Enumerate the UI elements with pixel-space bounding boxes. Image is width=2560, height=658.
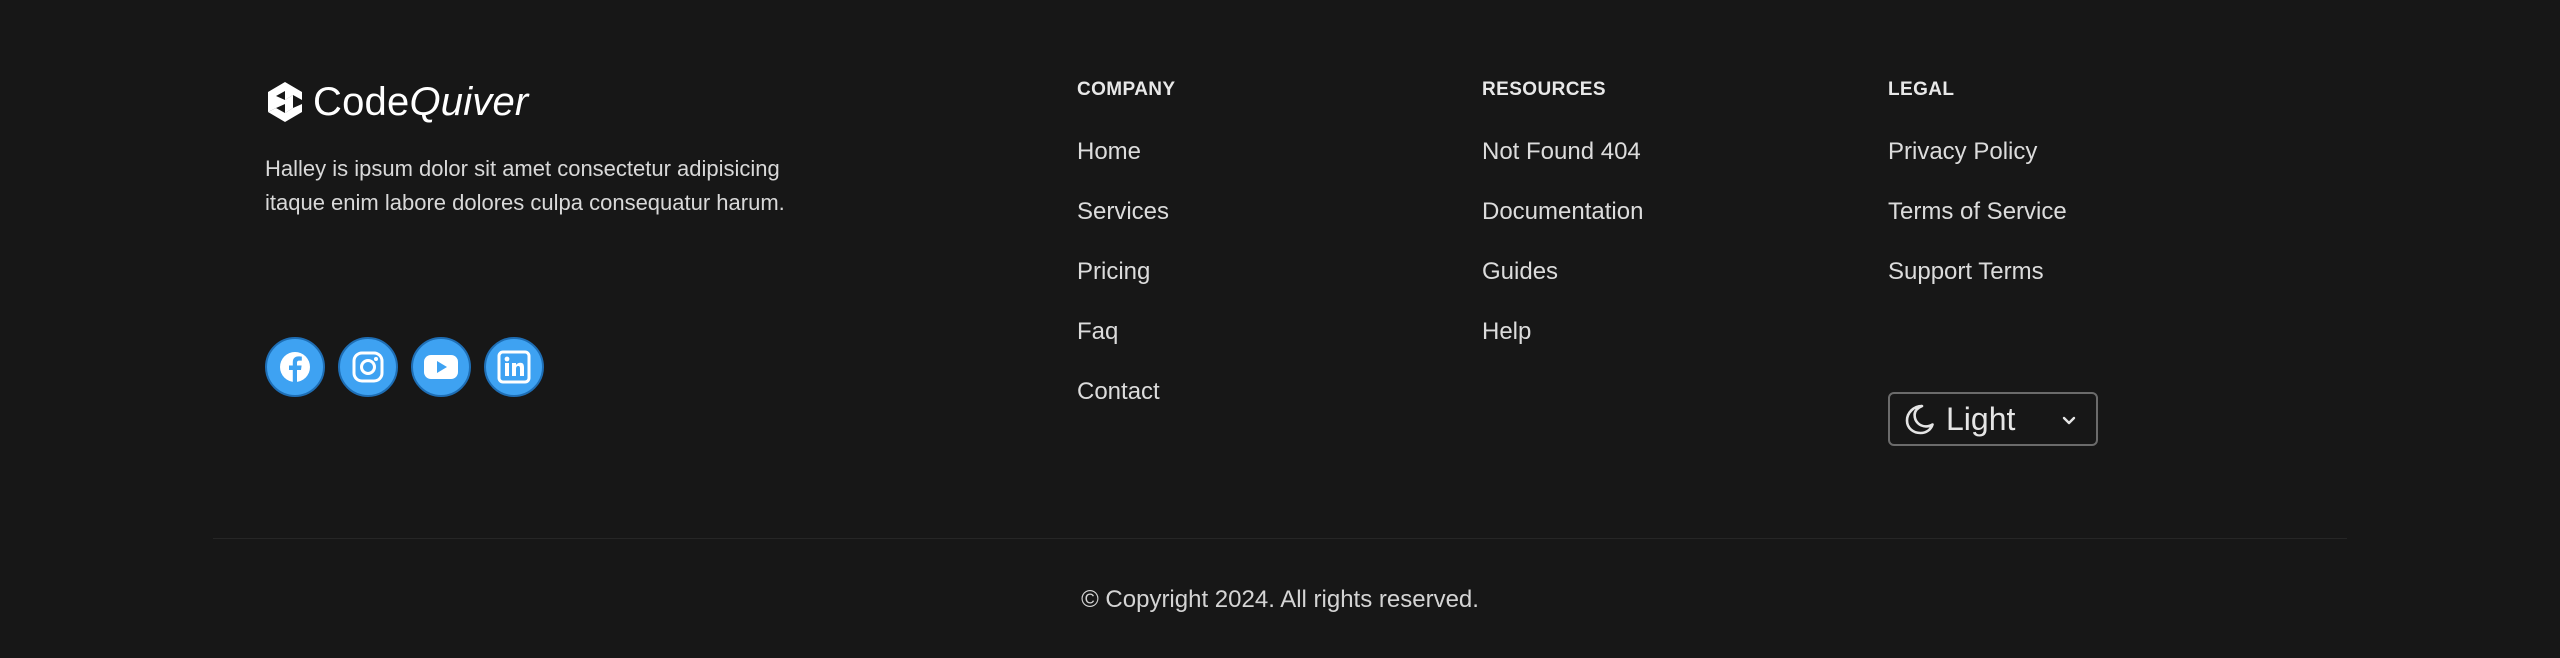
company-title: COMPANY: [1077, 79, 1176, 100]
copyright-text: © Copyright 2024. All rights reserved.: [1081, 586, 1479, 613]
resources-column: RESOURCES Not Found 404 Documentation Gu…: [1482, 78, 1643, 376]
footer-link-contact[interactable]: Contact: [1077, 376, 1176, 408]
footer-link-terms-of-service[interactable]: Terms of Service: [1888, 196, 2067, 228]
instagram-icon: [352, 351, 384, 383]
company-column: COMPANY Home Services Pricing Faq Contac…: [1077, 78, 1176, 436]
footer-link-pricing[interactable]: Pricing: [1077, 256, 1176, 288]
footer-link-support-terms[interactable]: Support Terms: [1888, 256, 2067, 288]
footer-divider: [213, 538, 2347, 539]
legal-links: Privacy Policy Terms of Service Support …: [1888, 136, 2067, 288]
chevron-down-icon: [2062, 416, 2076, 425]
instagram-link[interactable]: [338, 337, 398, 397]
footer-link-guides[interactable]: Guides: [1482, 256, 1643, 288]
legal-title: LEGAL: [1888, 79, 1955, 100]
brand-logo[interactable]: CodeQuiver: [265, 78, 865, 126]
facebook-icon: [280, 352, 310, 382]
theme-select-value: Light: [1946, 401, 2016, 437]
youtube-link[interactable]: [411, 337, 471, 397]
company-links: Home Services Pricing Faq Contact: [1077, 136, 1176, 408]
footer-link-privacy-policy[interactable]: Privacy Policy: [1888, 136, 2067, 168]
linkedin-link[interactable]: [484, 337, 544, 397]
resources-links: Not Found 404 Documentation Guides Help: [1482, 136, 1643, 348]
brand-block: CodeQuiver Halley is ipsum dolor sit ame…: [265, 78, 865, 220]
footer-link-help[interactable]: Help: [1482, 316, 1643, 348]
footer-link-home[interactable]: Home: [1077, 136, 1176, 168]
brand-name: CodeQuiver: [313, 78, 528, 126]
resources-title: RESOURCES: [1482, 79, 1606, 100]
facebook-link[interactable]: [265, 337, 325, 397]
footer-link-services[interactable]: Services: [1077, 196, 1176, 228]
brand-name-italic: Quiver: [409, 80, 529, 124]
footer-link-faq[interactable]: Faq: [1077, 316, 1176, 348]
theme-select[interactable]: Light: [1888, 392, 2098, 446]
social-links: [265, 337, 544, 397]
site-footer: CodeQuiver Halley is ipsum dolor sit ame…: [0, 0, 2560, 658]
brand-description: Halley is ipsum dolor sit amet consectet…: [265, 156, 785, 215]
logo-mark-icon: [268, 82, 302, 122]
youtube-icon: [424, 355, 458, 379]
footer-link-documentation[interactable]: Documentation: [1482, 196, 1643, 228]
brand-name-regular: Code: [313, 80, 410, 124]
linkedin-icon: [497, 350, 531, 384]
footer-link-not-found[interactable]: Not Found 404: [1482, 136, 1643, 168]
moon-icon: [1905, 404, 1934, 435]
legal-column: LEGAL Privacy Policy Terms of Service Su…: [1888, 78, 2067, 316]
